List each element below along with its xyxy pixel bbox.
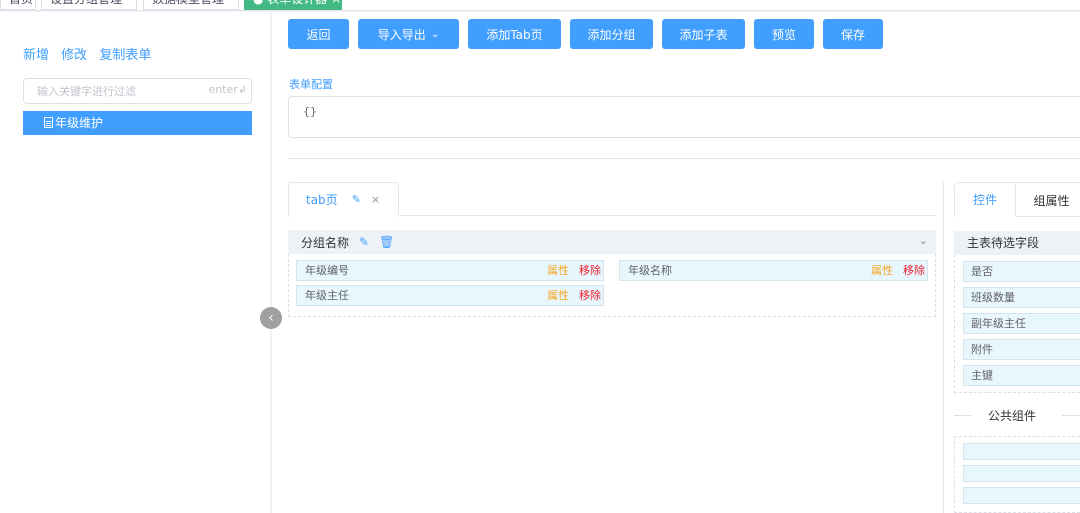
- form-field[interactable]: 年级编号 属性 移除: [296, 260, 604, 281]
- add-group-button[interactable]: 添加分组: [570, 19, 653, 49]
- panel-divider: [943, 182, 944, 513]
- top-tab-group-management[interactable]: 设置分组管理: [41, 0, 137, 10]
- add-group-label: 添加分组: [587, 27, 636, 42]
- field-group: 分组名称 ✎ 🗑 ⌄ 年级编号 属性 移除 年级名称 属性 移除 年级主任 属性…: [288, 230, 936, 317]
- back-button-label: 返回: [306, 27, 331, 42]
- designer-tab-label: tab页: [306, 193, 338, 207]
- import-export-label: 导入导出: [377, 27, 426, 42]
- copy-form-link[interactable]: 复制表单: [99, 48, 151, 63]
- top-tab-form-designer[interactable]: ● 表单设计器 ×: [244, 0, 342, 10]
- import-export-button[interactable]: 导入导出 ⌄: [358, 19, 459, 49]
- edit-link[interactable]: 修改: [61, 48, 87, 63]
- field-property-link[interactable]: 属性: [547, 286, 569, 305]
- tab-group-properties[interactable]: 组属性: [1016, 182, 1080, 217]
- filter-input[interactable]: [24, 79, 204, 103]
- field-label: 年级主任: [305, 289, 349, 302]
- field-remove-link[interactable]: 移除: [579, 286, 601, 305]
- top-tab-bar: 首页 设置分组管理 数据模型管理 ● 表单设计器 ×: [0, 0, 1080, 11]
- right-tab-bar: 控件 组属性: [954, 182, 1080, 217]
- preview-button[interactable]: 预览: [754, 19, 814, 49]
- toolbar: 返回 导入导出 ⌄ 添加Tab页 添加分组 添加子表 预览 保存: [288, 19, 883, 49]
- field-remove-link[interactable]: 移除: [579, 261, 601, 280]
- public-components-title: 公共组件: [954, 405, 1080, 425]
- public-component[interactable]: [963, 465, 1080, 482]
- chevron-down-icon: ⌄: [430, 28, 440, 40]
- back-button[interactable]: 返回: [288, 19, 349, 49]
- public-components-label: 公共组件: [988, 409, 1037, 423]
- public-component[interactable]: [963, 443, 1080, 460]
- form-field[interactable]: 年级名称 属性 移除: [619, 260, 928, 281]
- field-label: 年级编号: [305, 264, 349, 277]
- add-subtable-button[interactable]: 添加子表: [662, 19, 745, 49]
- form-config-textarea[interactable]: {}: [288, 96, 1080, 138]
- group-header: 分组名称 ✎ 🗑 ⌄: [288, 230, 936, 254]
- candidate-field[interactable]: 附件: [963, 339, 1080, 360]
- save-label: 保存: [840, 27, 865, 42]
- public-component[interactable]: [963, 487, 1080, 504]
- chevron-left-icon: ‹: [268, 310, 274, 326]
- add-tab-button[interactable]: 添加Tab页: [468, 19, 561, 49]
- form-config-label: 表单配置: [289, 78, 333, 91]
- enter-hint: enter↲: [208, 83, 247, 96]
- divider-line: [954, 415, 972, 416]
- tab-controls[interactable]: 控件: [954, 182, 1016, 217]
- filter-field: enter↲: [23, 78, 252, 104]
- main-fields-title: 主表待选字段: [954, 231, 1080, 255]
- collapse-sidebar-button[interactable]: ‹: [260, 307, 282, 329]
- trash-icon[interactable]: 🗑: [379, 235, 394, 249]
- add-link[interactable]: 新增: [23, 48, 49, 63]
- designer-tab[interactable]: tab页 ✎ ×: [288, 182, 399, 217]
- field-property-link[interactable]: 属性: [871, 261, 893, 280]
- pencil-icon[interactable]: ✎: [359, 235, 369, 249]
- tree-node-grade-maintenance[interactable]: 年级维护: [23, 111, 252, 135]
- top-tab-data-model[interactable]: 数据模型管理: [143, 0, 239, 10]
- group-body: 年级编号 属性 移除 年级名称 属性 移除 年级主任 属性 移除: [288, 254, 936, 317]
- candidate-field[interactable]: 主键: [963, 365, 1080, 386]
- public-components-list: [954, 436, 1080, 513]
- main-panel: 返回 导入导出 ⌄ 添加Tab页 添加分组 添加子表 预览 保存 表单配置 {} …: [272, 12, 1080, 513]
- group-title: 分组名称: [301, 235, 350, 250]
- field-remove-link[interactable]: 移除: [903, 261, 925, 280]
- document-icon: [44, 117, 53, 128]
- left-actions: 新增 修改 复制表单: [23, 44, 159, 63]
- tree-node-label: 年级维护: [55, 116, 104, 130]
- chevron-down-icon[interactable]: ⌄: [919, 234, 928, 247]
- field-property-link[interactable]: 属性: [547, 261, 569, 280]
- main-fields-list: 是否 班级数量 副年级主任 附件 主键: [954, 255, 1080, 393]
- divider-line: [1062, 415, 1080, 416]
- top-tab-home[interactable]: 首页: [0, 0, 36, 10]
- close-icon[interactable]: ×: [371, 193, 380, 206]
- add-subtable-label: 添加子表: [679, 27, 728, 42]
- divider: [288, 158, 1080, 159]
- candidate-field[interactable]: 班级数量: [963, 287, 1080, 308]
- preview-label: 预览: [771, 27, 796, 42]
- left-panel: 新增 修改 复制表单 enter↲ 年级维护: [0, 12, 270, 513]
- save-button[interactable]: 保存: [823, 19, 883, 49]
- pencil-icon[interactable]: ✎: [352, 193, 361, 206]
- candidate-field[interactable]: 是否: [963, 261, 1080, 282]
- field-label: 年级名称: [628, 264, 672, 277]
- add-tab-label: 添加Tab页: [486, 27, 543, 42]
- candidate-field[interactable]: 副年级主任: [963, 313, 1080, 334]
- form-field[interactable]: 年级主任 属性 移除: [296, 285, 604, 306]
